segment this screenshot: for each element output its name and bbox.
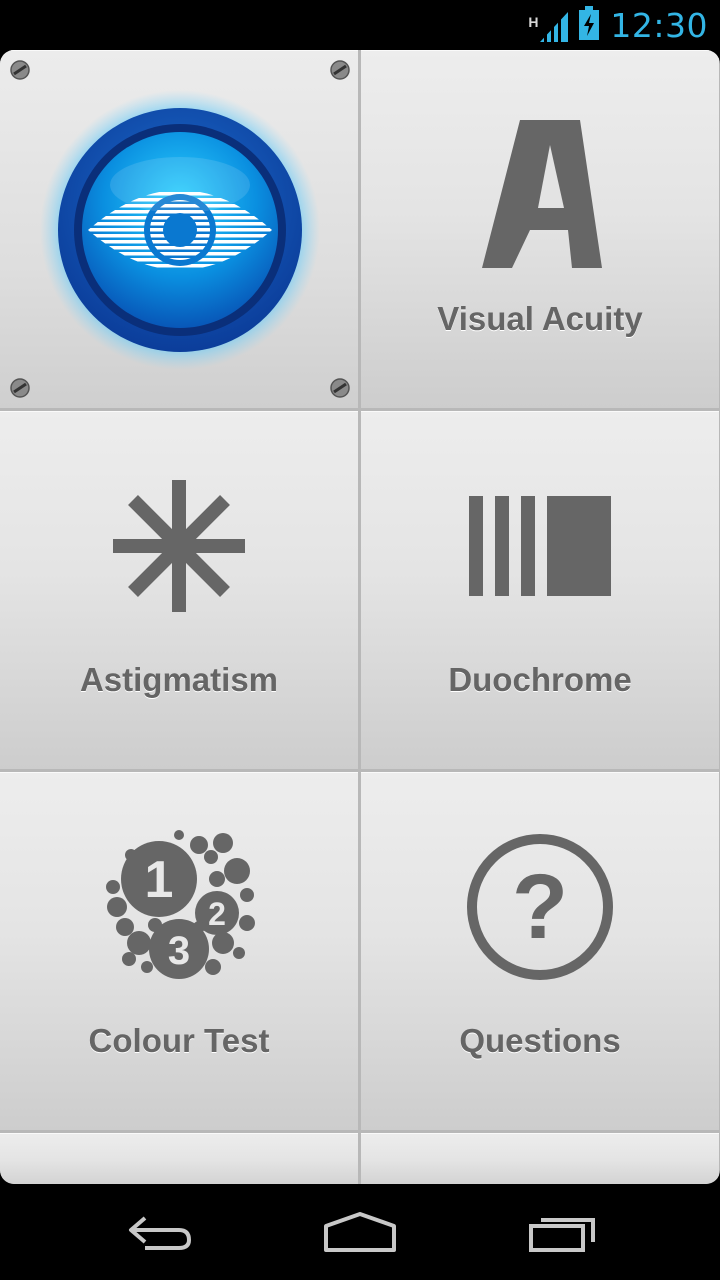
battery-charging-icon (578, 5, 600, 45)
back-button[interactable] (100, 1202, 220, 1262)
recent-apps-icon (529, 1218, 595, 1252)
status-bar: H 12:30 (0, 0, 720, 50)
home-button[interactable] (300, 1202, 420, 1262)
back-icon (129, 1216, 192, 1250)
screw-icon (10, 378, 30, 398)
visual-acuity-label: Visual Acuity (437, 300, 643, 337)
svg-text:2: 2 (208, 896, 226, 932)
partial-tile-left[interactable] (0, 1133, 358, 1184)
visual-acuity-tile[interactable]: Visual Acuity (361, 50, 719, 408)
colour-test-label: Colour Test (88, 1022, 270, 1059)
navigation-bar (0, 1184, 720, 1280)
letter-a-icon (361, 100, 719, 270)
duochrome-label: Duochrome (448, 661, 632, 698)
menu-grid: Visual Acuity Astigmatism Duochrome 1 2 … (0, 50, 720, 1184)
screw-icon (330, 60, 350, 80)
bars-icon (361, 461, 719, 631)
svg-text:?: ? (512, 856, 568, 958)
svg-text:1: 1 (145, 851, 174, 909)
duochrome-tile[interactable]: Duochrome (361, 411, 719, 769)
question-icon: ? (361, 822, 719, 992)
network-type: H (528, 14, 539, 30)
recent-apps-button[interactable] (502, 1202, 622, 1262)
status-icons: H 12:30 (528, 0, 708, 50)
screw-icon (330, 378, 350, 398)
main-panel: Visual Acuity Astigmatism Duochrome 1 2 … (0, 50, 720, 1184)
colour-test-tile[interactable]: 1 2 3 Colour Test (0, 772, 358, 1130)
questions-label: Questions (459, 1022, 621, 1059)
astigmatism-label: Astigmatism (79, 661, 279, 698)
signal-icon: H (528, 8, 569, 42)
home-icon (324, 1212, 396, 1252)
color-plate-icon: 1 2 3 (0, 822, 358, 992)
eye-icon (40, 90, 320, 370)
asterisk-icon (0, 461, 358, 631)
astigmatism-tile[interactable]: Astigmatism (0, 411, 358, 769)
app-logo-tile (0, 50, 358, 408)
screw-icon (10, 60, 30, 80)
questions-tile[interactable]: ? Questions (361, 772, 719, 1130)
clock: 12:30 (610, 5, 708, 45)
svg-text:3: 3 (168, 929, 190, 973)
partial-tile-right[interactable] (361, 1133, 719, 1184)
